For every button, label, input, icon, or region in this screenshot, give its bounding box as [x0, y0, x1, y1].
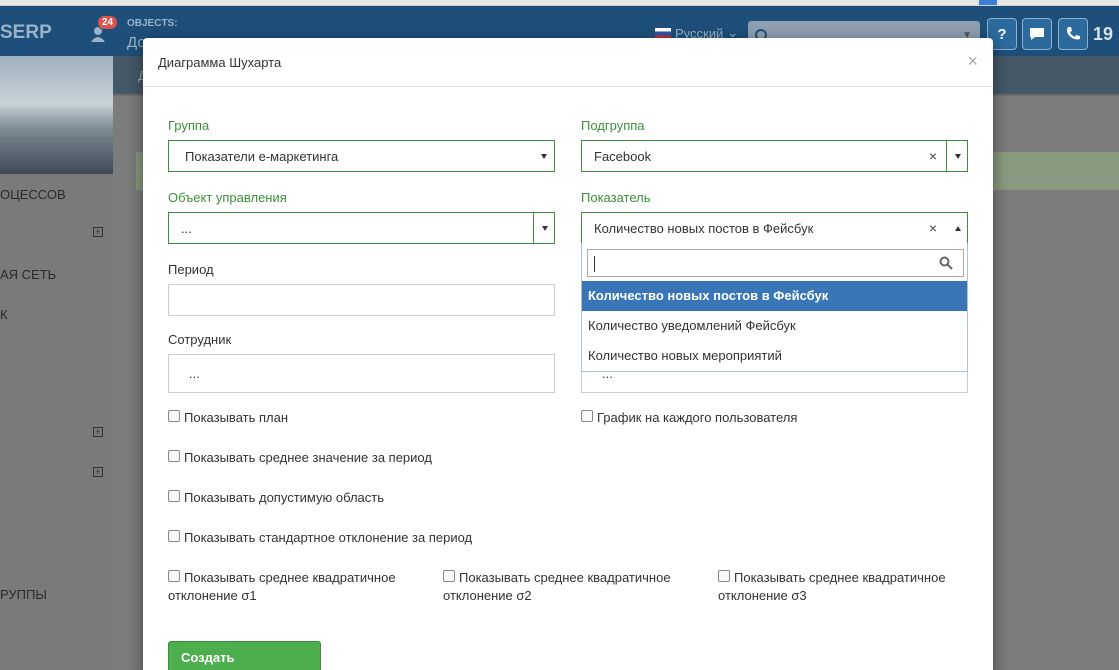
chat-button[interactable] [1022, 18, 1052, 50]
select-divider [946, 141, 947, 171]
object-label: Объект управления [168, 190, 287, 205]
subgroup-label: Подгруппа [581, 118, 645, 133]
employee-label: Сотрудник [168, 332, 232, 347]
expand-icon[interactable]: + [93, 467, 103, 477]
sigma3-label-line2: отклонение σ3 [718, 588, 807, 603]
objects-label: OBJECTS: [127, 18, 178, 29]
period-label: Период [168, 262, 214, 277]
expand-icon[interactable]: + [93, 227, 103, 237]
sigma3-label-line1: Показывать среднее квадратичное [734, 570, 946, 585]
expand-icon[interactable]: + [93, 427, 103, 437]
object-select-value: ... [181, 221, 192, 236]
group-select[interactable]: Показатели е-маркетинга [168, 140, 555, 172]
group-select-value: Показатели е-маркетинга [185, 149, 339, 164]
show-std-dev-label: Показывать стандартное отклонение за пер… [184, 530, 473, 545]
chart-per-user-checkbox[interactable]: График на каждого пользователя [581, 408, 797, 427]
dropdown-option[interactable]: Количество новых мероприятий [582, 341, 967, 371]
show-average-checkbox[interactable]: Показывать среднее значение за период [168, 448, 432, 467]
show-plan-label: Показывать план [184, 410, 289, 425]
show-allowed-area-label: Показывать допустимую область [184, 490, 384, 505]
help-icon: ? [997, 25, 1007, 43]
browser-tab-indicator [979, 0, 997, 5]
checkbox-icon [168, 490, 180, 502]
indicator-select-value: Количество новых постов в Фейсбук [594, 221, 814, 236]
sidebar-mountain-image [0, 56, 113, 174]
checkbox-icon [443, 570, 455, 582]
sigma2-label-line2: отклонение σ2 [443, 588, 532, 603]
sidebar-item-network[interactable]: АЯ СЕТЬ [0, 267, 56, 282]
dropdown-search-input[interactable] [587, 249, 964, 277]
chart-per-user-label: График на каждого пользователя [597, 410, 798, 425]
phone-button[interactable] [1058, 18, 1088, 50]
sigma2-checkbox[interactable]: Показывать среднее квадратичное [443, 568, 671, 587]
phone-number: 19 [1093, 24, 1114, 44]
show-allowed-area-checkbox[interactable]: Показывать допустимую область [168, 488, 384, 507]
checkbox-icon [168, 570, 180, 582]
sidebar-item-processes[interactable]: ОЦЕССОВ [0, 187, 66, 202]
employee-select[interactable]: ... [168, 354, 555, 393]
show-std-dev-checkbox[interactable]: Показывать стандартное отклонение за пер… [168, 528, 472, 547]
brand-logo: SERP [0, 22, 52, 43]
chat-icon [1030, 28, 1044, 40]
modal-title: Диаграмма Шухарта [158, 55, 282, 70]
indicator-label: Показатель [581, 190, 651, 205]
checkbox-icon [168, 530, 180, 542]
sidebar: ОЦЕССОВ + АЯ СЕТЬ К + + РУППЫ [0, 56, 113, 670]
dropdown-option[interactable]: Количество уведомлений Фейсбук [582, 311, 967, 341]
notifications[interactable]: 24 [88, 15, 119, 42]
create-diagram-button[interactable]: Создать диаграмму [168, 641, 321, 670]
checkbox-icon [718, 570, 730, 582]
clear-icon[interactable]: × [929, 220, 937, 236]
caret-down-icon [541, 154, 547, 159]
checkbox-icon [168, 410, 180, 422]
notification-badge: 24 [97, 15, 119, 30]
dropdown-option[interactable]: Количество новых постов в Фейсбук [582, 281, 967, 311]
phone-icon [1067, 27, 1080, 40]
sigma1-label-line1: Показывать среднее квадратичное [184, 570, 396, 585]
select-divider [533, 213, 534, 243]
caret-down-icon [955, 154, 961, 159]
text-cursor [594, 256, 595, 272]
caret-down-icon [542, 226, 548, 231]
subgroup-select[interactable]: Facebook × [581, 140, 968, 172]
object-select[interactable]: ... [168, 212, 555, 244]
checkbox-icon [581, 410, 593, 422]
indicator-select[interactable]: Количество новых постов в Фейсбук × [581, 212, 968, 244]
employee-select-value: ... [189, 366, 200, 381]
sidebar-item-k[interactable]: К [0, 307, 8, 322]
russian-flag-icon [655, 27, 671, 39]
show-plan-checkbox[interactable]: Показывать план [168, 408, 288, 427]
sidebar-item-groups[interactable]: РУППЫ [0, 587, 47, 602]
sigma1-label-line2: отклонение σ1 [168, 588, 257, 603]
sigma1-checkbox[interactable]: Показывать среднее квадратичное [168, 568, 396, 587]
group-label: Группа [168, 118, 210, 133]
subgroup-select-value: Facebook [594, 149, 652, 164]
indicator-dropdown: Количество новых постов в Фейсбук Количе… [581, 244, 968, 372]
show-average-label: Показывать среднее значение за период [184, 450, 432, 465]
clear-icon[interactable]: × [929, 148, 937, 164]
modal-header: Диаграмма Шухарта × [143, 38, 993, 87]
search-icon [939, 256, 953, 270]
caret-up-icon [955, 226, 961, 231]
sigma2-label-line1: Показывать среднее квадратичное [459, 570, 671, 585]
checkbox-icon [168, 450, 180, 462]
close-icon[interactable]: × [967, 51, 978, 72]
sigma3-checkbox[interactable]: Показывать среднее квадратичное [718, 568, 946, 587]
period-input[interactable] [168, 284, 555, 316]
